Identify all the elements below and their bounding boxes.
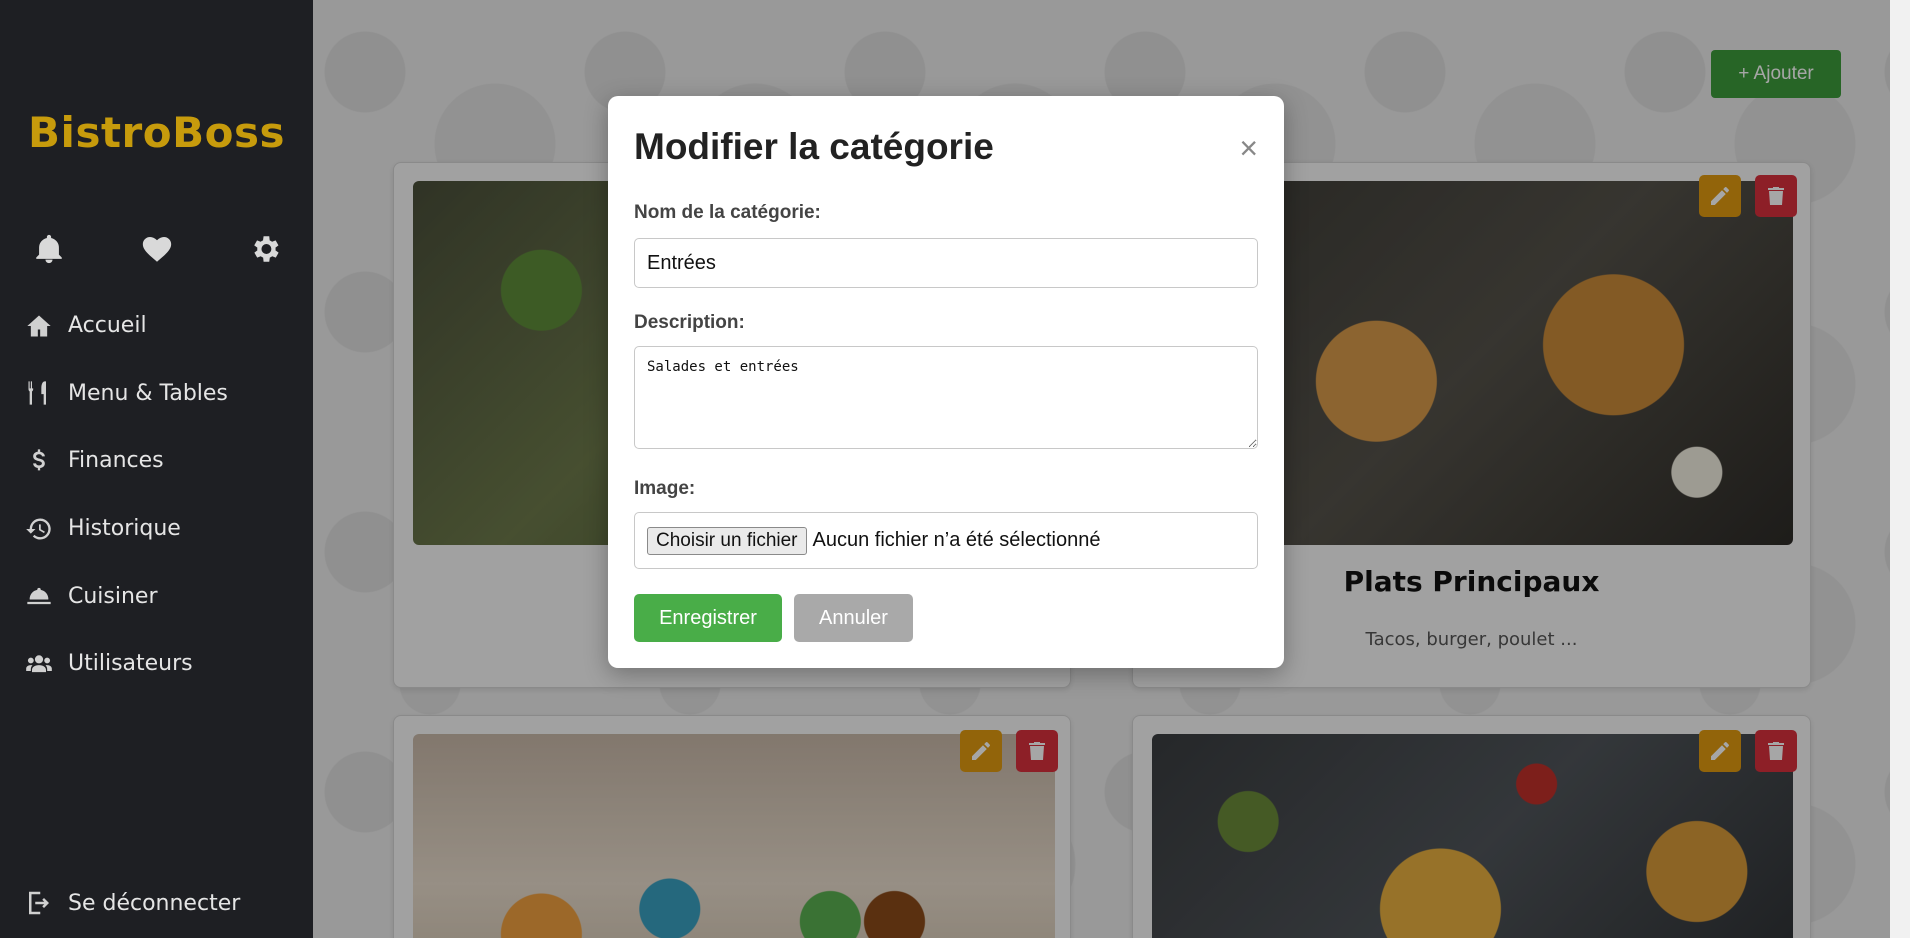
sidebar-item-label: Accueil [68,313,147,339]
cloche-icon [27,588,51,605]
bell-icon[interactable] [32,232,66,266]
sidebar-item-label: Historique [68,516,181,542]
logout-icon [29,891,49,915]
file-status: Aucun fichier n’a été sélectionné [812,529,1101,551]
logout-link[interactable]: Se déconnecter [24,888,240,918]
sidebar-item-menu-tables[interactable]: Menu & Tables [24,360,313,428]
edit-category-modal: Modifier la catégorie × Nom de la catégo… [608,96,1284,668]
gear-icon[interactable] [248,232,282,266]
choose-file-button[interactable]: Choisir un fichier [647,526,807,555]
utensils-icon [28,381,46,406]
quick-icons [32,232,282,266]
save-button[interactable]: Enregistrer [634,594,782,642]
category-name-input[interactable] [634,238,1258,288]
close-button[interactable]: × [1239,132,1258,164]
sidebar-item-historique[interactable]: Historique [24,495,313,563]
image-label: Image: [634,478,696,499]
sidebar-item-label: Utilisateurs [68,651,193,677]
sidebar-item-accueil[interactable]: Accueil [24,292,313,360]
dollar-icon [33,449,45,471]
logout-label: Se déconnecter [68,890,241,916]
sidebar-item-finances[interactable]: Finances [24,427,313,495]
heart-icon[interactable] [140,232,174,266]
modal-title: Modifier la catégorie [634,126,994,167]
description-label: Description: [634,312,745,333]
sidebar-item-cuisiner[interactable]: Cuisiner [24,562,313,630]
home-icon [27,315,51,337]
description-textarea[interactable]: Salades et entrées [634,346,1258,449]
name-label: Nom de la catégorie: [634,202,821,223]
sidebar-item-utilisateurs[interactable]: Utilisateurs [24,630,313,698]
image-file-input: Choisir un fichier Aucun fichier n’a été… [634,512,1258,569]
sidebar: BistroBoss Accueil Menu & Tables Finance… [0,0,313,938]
cancel-button[interactable]: Annuler [794,594,913,642]
sidebar-item-label: Finances [68,448,164,474]
sidebar-item-label: Cuisiner [68,583,158,609]
users-icon [26,655,52,672]
brand-logo: BistroBoss [28,108,285,157]
history-icon [26,518,51,540]
sidebar-nav: Accueil Menu & Tables Finances Historiqu… [24,292,313,698]
sidebar-item-label: Menu & Tables [68,380,228,406]
